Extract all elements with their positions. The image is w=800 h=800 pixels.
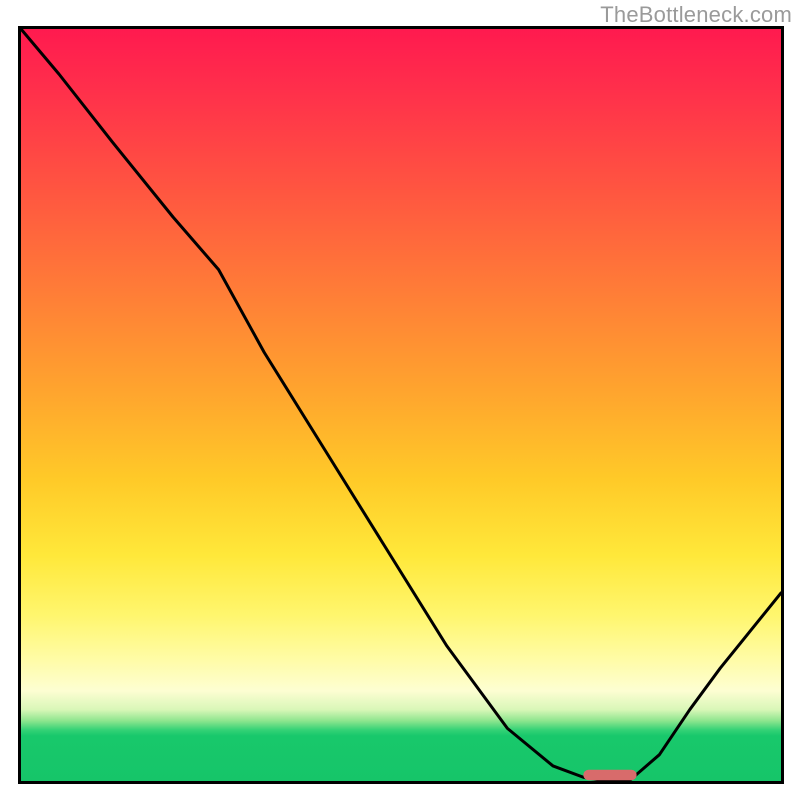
plot-area (18, 26, 784, 784)
curve-layer (21, 29, 781, 781)
chart-container: TheBottleneck.com (0, 0, 800, 800)
optimal-range-marker (583, 770, 636, 781)
bottleneck-curve (21, 29, 781, 781)
watermark-text: TheBottleneck.com (600, 2, 792, 28)
